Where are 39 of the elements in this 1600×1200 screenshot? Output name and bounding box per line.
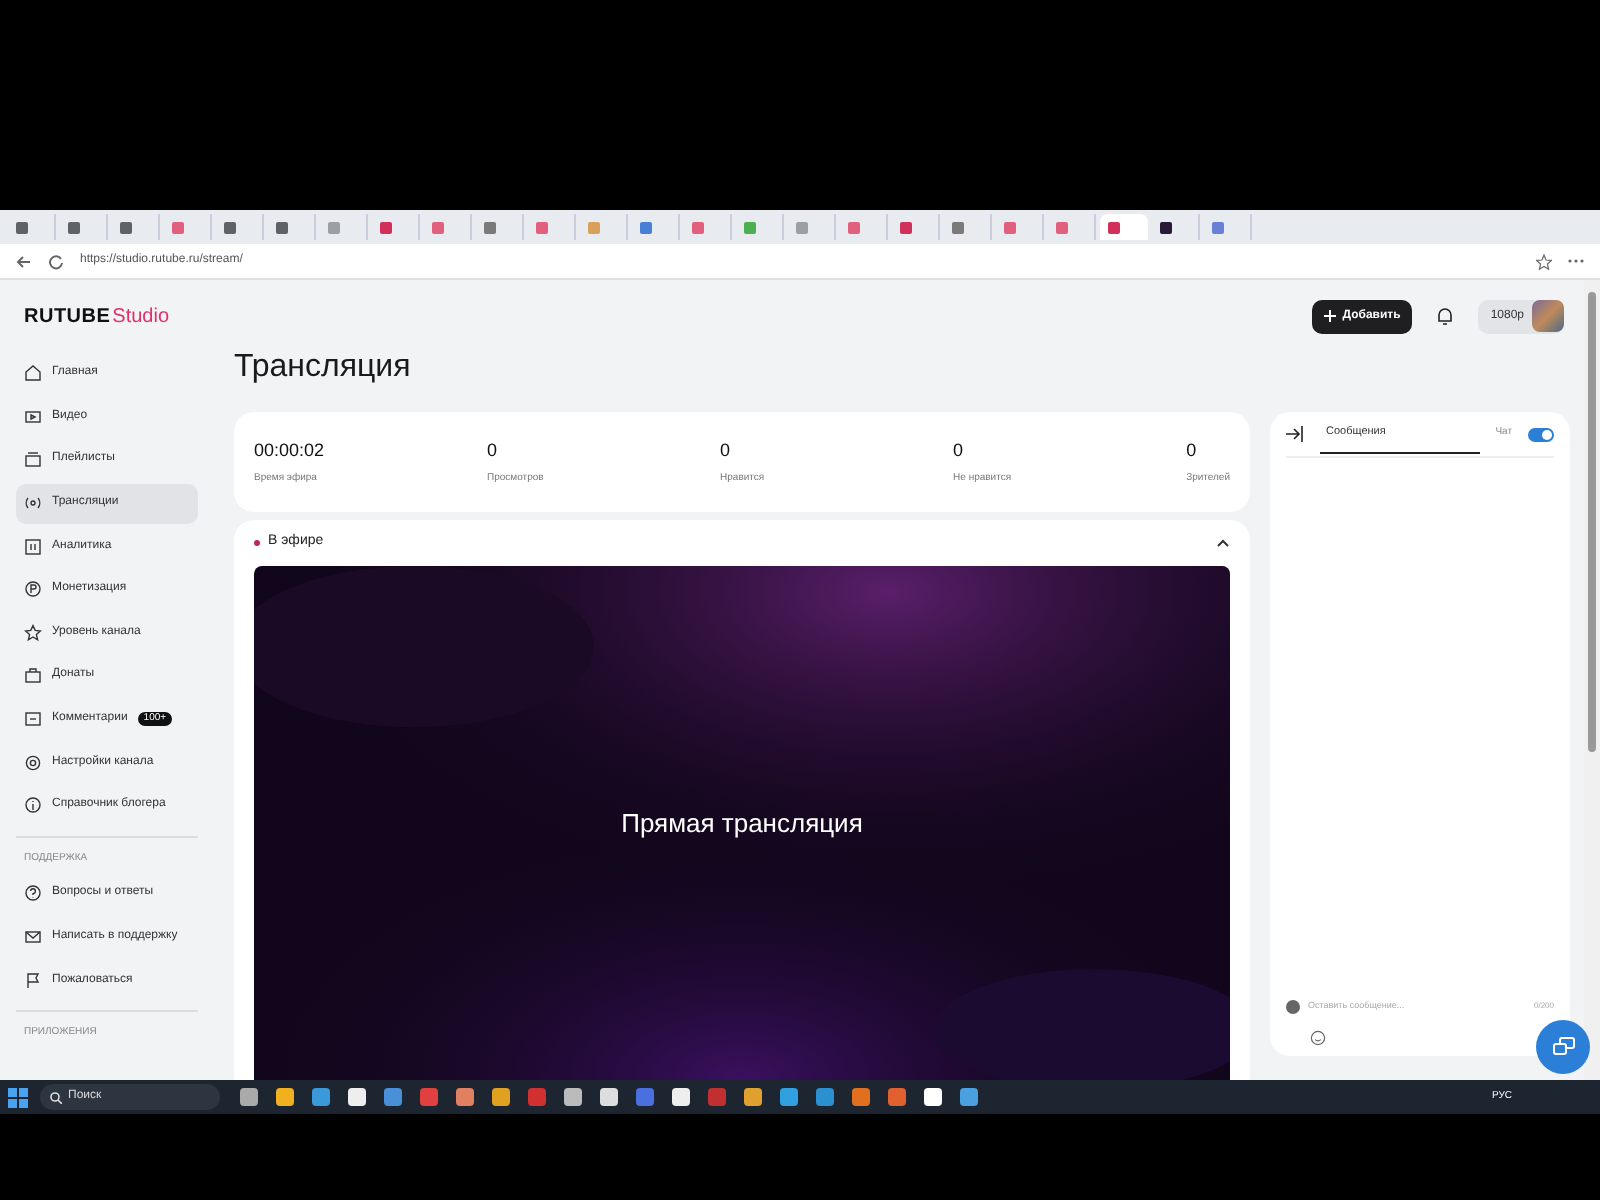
flag-icon	[24, 971, 42, 990]
star-icon[interactable]	[1536, 253, 1552, 269]
envelope-icon	[24, 927, 42, 946]
collapse-icon[interactable]	[1286, 426, 1304, 442]
chat-bubbles-icon	[1551, 1036, 1575, 1058]
logo-product: Studio	[112, 303, 170, 331]
stat-value: 0	[953, 438, 966, 464]
reload-icon[interactable]	[48, 253, 64, 269]
playlist-icon	[24, 450, 42, 469]
player-title: Прямая трансляция	[621, 805, 863, 842]
logo-brand: RUTUBE	[24, 303, 111, 331]
video-icon	[24, 407, 42, 426]
avatar	[1532, 300, 1564, 332]
user-avatar	[1286, 999, 1300, 1013]
stat-value: 00:00:02	[254, 438, 327, 464]
info-icon	[24, 796, 42, 815]
page-title: Трансляция	[234, 352, 413, 384]
search-icon	[50, 1091, 62, 1103]
scrollbar[interactable]	[1584, 280, 1600, 1080]
star-icon	[24, 623, 42, 642]
more-icon[interactable]	[1568, 258, 1584, 264]
emoji-icon[interactable]	[1310, 1030, 1326, 1046]
comment-icon	[24, 710, 42, 729]
chart-icon	[24, 537, 42, 556]
coin-icon	[24, 580, 42, 599]
stat-value: 0	[720, 438, 733, 464]
back-icon[interactable]	[16, 253, 32, 269]
plus-icon	[1324, 310, 1337, 322]
chat-toggle[interactable]	[1528, 427, 1554, 441]
settings-icon	[24, 753, 42, 772]
start-icon[interactable]	[8, 1087, 28, 1107]
bell-icon[interactable]	[1436, 306, 1455, 326]
broadcast-icon	[24, 494, 42, 513]
chevron-icon[interactable]	[1216, 538, 1230, 548]
stat-value: 0	[487, 438, 500, 464]
house-icon	[24, 364, 42, 383]
support-chat-button[interactable]	[1536, 1020, 1590, 1074]
stat-value: 0	[1186, 438, 1199, 464]
question-icon	[24, 884, 42, 903]
